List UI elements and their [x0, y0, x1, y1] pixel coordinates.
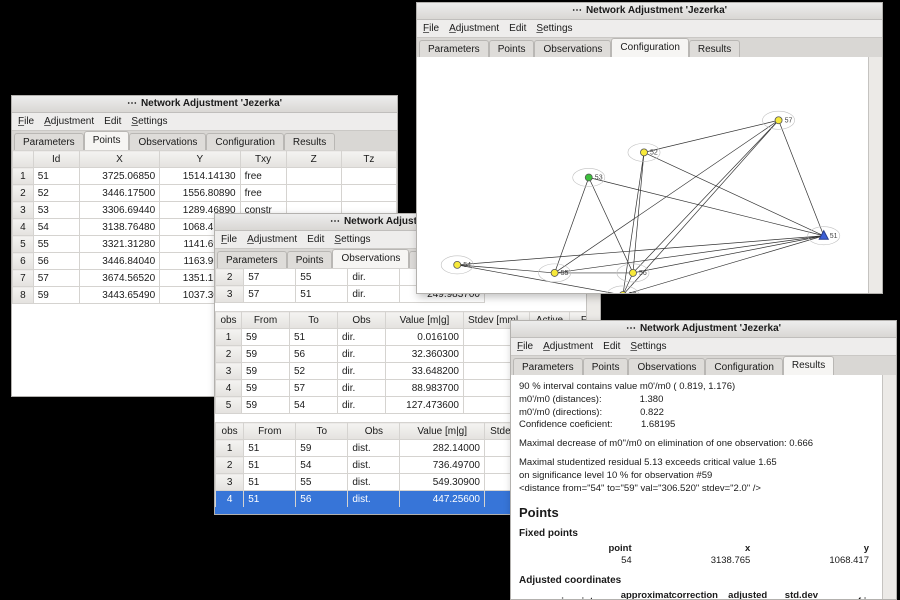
titlebar[interactable]: ⋯Network Adjustment 'Jezerka' [511, 321, 896, 338]
ellipsis-icon: ⋯ [127, 96, 137, 112]
network-graph[interactable]: 51 52 53 54 55 56 57 59 [417, 57, 869, 293]
menubar: File Adjustment Edit Settings [12, 113, 397, 131]
results-line: m0'/m0 (directions): 0.822 [519, 407, 875, 420]
menu-adjustment[interactable]: Adjustment [247, 234, 297, 245]
menu-edit[interactable]: Edit [307, 234, 324, 245]
menu-edit[interactable]: Edit [603, 341, 620, 352]
heading-points: Points [519, 504, 875, 522]
menu-file[interactable]: File [18, 116, 34, 127]
menubar: File Adjustment Edit Settings [417, 20, 882, 38]
heading-adjusted: Adjusted coordinates [519, 574, 875, 588]
tabbar: Parameters Points Observations Configura… [12, 131, 397, 152]
menu-edit[interactable]: Edit [509, 23, 526, 34]
menu-file[interactable]: File [221, 234, 237, 245]
titlebar[interactable]: ⋯Network Adjustment 'Jezerka' [12, 96, 397, 113]
scrollbar[interactable] [868, 57, 882, 293]
menu-settings[interactable]: Settings [630, 341, 666, 352]
svg-text:52: 52 [650, 149, 658, 156]
results-line: Maximal decrease of m0''/m0 on eliminati… [519, 438, 875, 451]
ellipsis-icon: ⋯ [626, 321, 636, 337]
ellipsis-icon: ⋯ [572, 3, 582, 19]
title-text: Network Adjustment 'Jezerka' [586, 3, 727, 19]
svg-text:51: 51 [830, 233, 838, 240]
window-results: ⋯Network Adjustment 'Jezerka' File Adjus… [510, 320, 897, 600]
menu-file[interactable]: File [517, 341, 533, 352]
tabbar: Parameters Points Observations Configura… [417, 38, 882, 59]
svg-text:57: 57 [785, 117, 793, 124]
table-row[interactable]: 1513725.068501514.14130free [13, 168, 397, 185]
results-line: m0'/m0 (distances): 1.380 [519, 394, 875, 407]
menu-adjustment[interactable]: Adjustment [449, 23, 499, 34]
results-content: 90 % interval contains value m0'/m0 ( 0.… [511, 375, 883, 599]
menu-settings[interactable]: Settings [536, 23, 572, 34]
svg-text:59: 59 [629, 292, 637, 293]
menu-adjustment[interactable]: Adjustment [543, 341, 593, 352]
fixed-points-table: pointxy 543138.7651068.417 [519, 543, 875, 569]
ellipsis-icon: ⋯ [330, 214, 340, 230]
menu-file[interactable]: File [423, 23, 439, 34]
menu-adjustment[interactable]: Adjustment [44, 116, 94, 127]
results-line: <distance from="54" to="59" val="306.520… [519, 483, 875, 496]
results-line: Confidence coeficient: 1.68195 [519, 419, 875, 432]
tabbar: Parameters Points Observations Configura… [511, 356, 896, 377]
results-line: on significance level 10 % for observati… [519, 470, 875, 483]
menubar: File Adjustment Edit Settings [511, 338, 896, 356]
scrollbar[interactable] [882, 375, 896, 599]
results-line: Maximal studentized residual 5.13 exceed… [519, 457, 875, 470]
title-text: Network Adjustment 'Jezerka' [141, 96, 282, 112]
tab-points[interactable]: Points [84, 131, 130, 151]
table-header-row: Id X Y Txy Z Tz [13, 151, 397, 168]
svg-text:53: 53 [595, 175, 603, 182]
svg-text:56: 56 [639, 270, 647, 277]
svg-text:55: 55 [561, 270, 569, 277]
window-configuration: ⋯Network Adjustment 'Jezerka' File Adjus… [416, 2, 883, 294]
menu-settings[interactable]: Settings [334, 234, 370, 245]
titlebar[interactable]: ⋯Network Adjustment 'Jezerka' [417, 3, 882, 20]
table-row[interactable]: 2523446.175001556.80890free [13, 185, 397, 202]
tab-results[interactable]: Results [783, 356, 834, 376]
heading-fixed: Fixed points [519, 527, 875, 541]
svg-text:54: 54 [463, 262, 471, 269]
results-line: 90 % interval contains value m0'/m0 ( 0.… [519, 381, 875, 394]
tab-observations[interactable]: Observations [332, 249, 409, 269]
title-text: Network Adjustment 'Jezerka' [640, 321, 781, 337]
menu-edit[interactable]: Edit [104, 116, 121, 127]
adjusted-table: i point approximate value correction [m]… [519, 590, 875, 599]
tab-configuration[interactable]: Configuration [611, 38, 688, 58]
menu-settings[interactable]: Settings [131, 116, 167, 127]
